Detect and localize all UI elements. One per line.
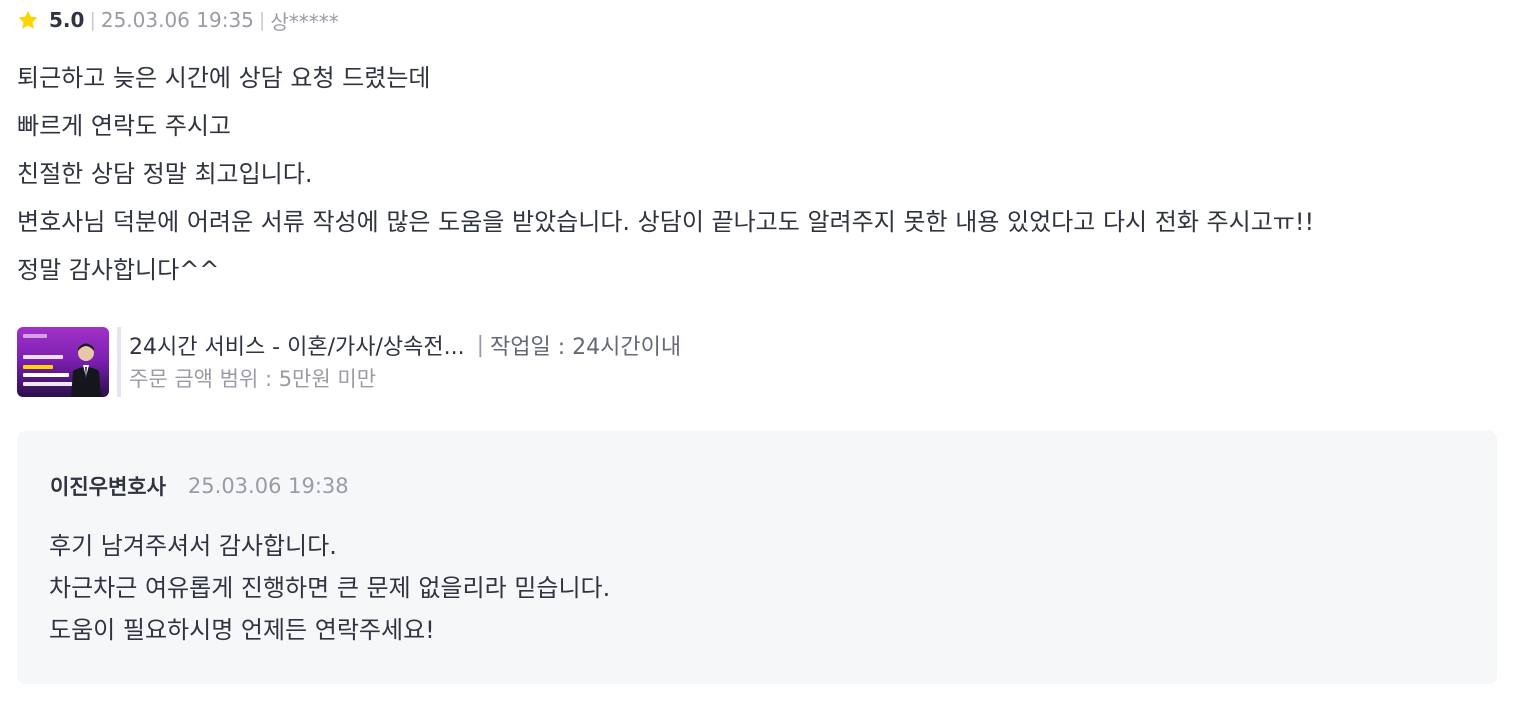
work-period: 작업일 : 24시간이내 — [490, 335, 682, 360]
service-info: 24시간 서비스 - 이혼/가사/상속전... | 작업일 : 24시간이내 주… — [129, 327, 681, 397]
review-line: 친절한 상담 정말 최고입니다. — [17, 160, 313, 188]
review-body: 퇴근하고 늦은 시간에 상담 요청 드렸는데 빠르게 연락도 주시고 친절한 상… — [17, 58, 1497, 298]
reply-author: 이진우변호사 — [50, 475, 166, 499]
reply-header: 이진우변호사 25.03.06 19:38 — [50, 471, 349, 501]
meta-separator: | — [258, 9, 266, 31]
review-date: 25.03.06 19:35 — [100, 8, 254, 32]
lawyer-portrait-icon — [71, 343, 101, 397]
service-separator: | — [476, 332, 485, 358]
review-meta: 5.0 | 25.03.06 19:35 | 상***** — [17, 7, 339, 34]
reply-line: 차근차근 여유롭게 진행하면 큰 문제 없을리라 믿습니다. — [49, 574, 611, 602]
review-line: 정말 감사합니다^^ — [17, 256, 220, 284]
reply-body: 후기 남겨주셔서 감사합니다. 차근차근 여유롭게 진행하면 큰 문제 없을리라… — [49, 526, 610, 652]
service-divider — [117, 327, 121, 397]
service-title[interactable]: 24시간 서비스 - 이혼/가사/상속전... — [129, 329, 465, 361]
reply-line: 도움이 필요하시명 언제든 연락주세요! — [49, 616, 435, 644]
star-icon — [17, 9, 39, 31]
reply-line: 후기 남겨주셔서 감사합니다. — [49, 532, 337, 560]
review-line: 빠르게 연락도 주시고 — [17, 112, 231, 140]
review-line: 변호사님 덕분에 어려운 서류 작성에 많은 도움을 받았습니다. 상담이 끝나… — [17, 208, 1315, 236]
service-summary[interactable]: 24시간 서비스 - 이혼/가사/상속전... | 작업일 : 24시간이내 주… — [17, 327, 681, 397]
rating-value: 5.0 — [49, 8, 85, 32]
review-author: 상***** — [270, 9, 339, 34]
price-range: 주문 금액 범위 : 5만원 미만 — [129, 367, 377, 391]
service-thumbnail[interactable] — [17, 327, 109, 397]
seller-reply: 이진우변호사 25.03.06 19:38 후기 남겨주셔서 감사합니다. 차근… — [17, 431, 1497, 684]
meta-separator: | — [89, 9, 96, 31]
review-line: 퇴근하고 늦은 시간에 상담 요청 드렸는데 — [17, 64, 431, 92]
reply-date: 25.03.06 19:38 — [187, 474, 349, 498]
